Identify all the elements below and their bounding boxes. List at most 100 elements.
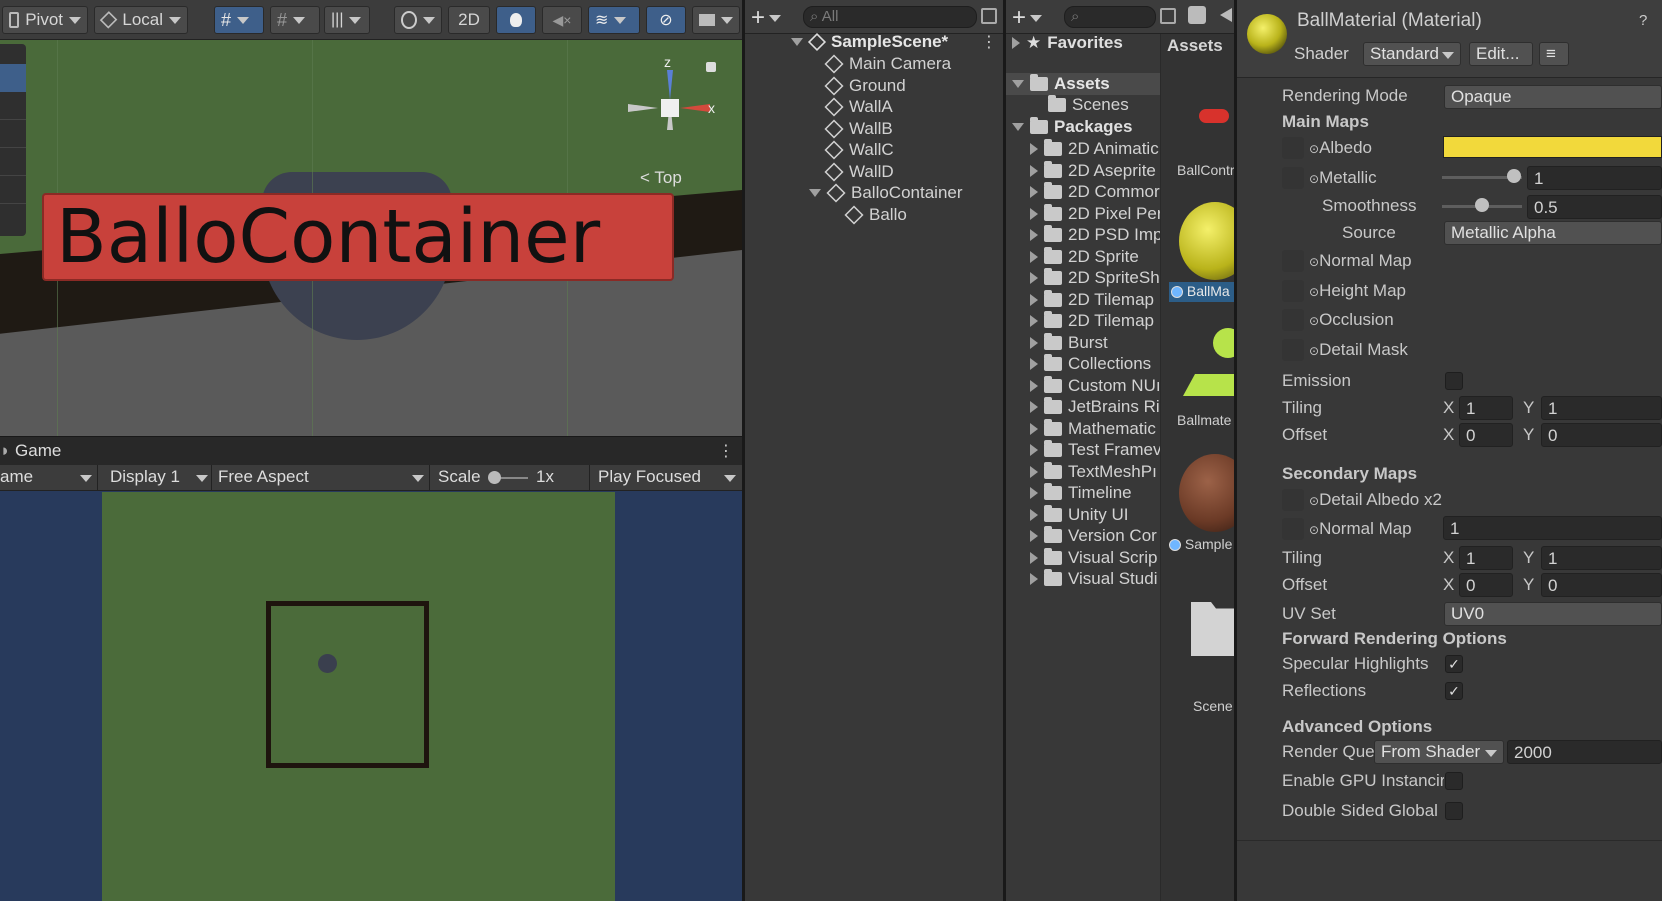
move-tool-icon[interactable]: [0, 92, 26, 120]
specular-highlights-checkbox[interactable]: ✓: [1445, 655, 1463, 673]
scale-tool-icon[interactable]: [0, 148, 26, 176]
sec-offset-y-field[interactable]: 0: [1541, 573, 1662, 597]
hand-tool-icon[interactable]: [0, 64, 26, 92]
detail-albedo-slot[interactable]: [1282, 489, 1304, 511]
hierarchy-item[interactable]: Main Camera: [824, 53, 951, 75]
expand-arrow-icon[interactable]: [1030, 551, 1038, 564]
package-folder-row[interactable]: 2D Sprite: [1030, 246, 1139, 268]
local-button[interactable]: Local: [94, 6, 188, 34]
render-queue-field[interactable]: 2000: [1507, 740, 1662, 764]
expand-arrow-icon[interactable]: [1030, 229, 1038, 241]
grid-toggle-button[interactable]: #: [270, 6, 320, 34]
asset-tile-selected[interactable]: BallMa: [1167, 198, 1234, 310]
package-folder-row[interactable]: 2D SpriteSh: [1030, 267, 1160, 289]
hierarchy-item[interactable]: BalloContainer: [809, 182, 963, 204]
project-filter-icon[interactable]: [1160, 8, 1176, 24]
edit-shader-button[interactable]: Edit...: [1469, 42, 1533, 66]
package-folder-row[interactable]: Timeline: [1030, 482, 1132, 504]
expand-arrow-icon[interactable]: [1030, 508, 1038, 521]
package-folder-row[interactable]: 2D Pixel Per: [1030, 203, 1162, 225]
smoothness-value-field[interactable]: 0.5: [1527, 195, 1662, 219]
gizmo-view-label-row[interactable]: < Top: [640, 168, 682, 188]
sec-tiling-y-field[interactable]: 1: [1541, 546, 1662, 570]
asset-tile[interactable]: BallContr: [1161, 94, 1234, 184]
package-folder-row[interactable]: Test Framev: [1030, 439, 1162, 461]
package-folder-row[interactable]: TextMeshPı: [1030, 461, 1157, 483]
packages-row[interactable]: Packages: [1012, 116, 1132, 138]
rect-tool-icon[interactable]: [0, 176, 26, 204]
asset-tile[interactable]: Sample: [1167, 450, 1234, 562]
emission-checkbox[interactable]: [1445, 372, 1463, 390]
mode-2d-button[interactable]: 2D: [448, 6, 490, 34]
expand-arrow-icon[interactable]: [1030, 487, 1038, 499]
package-folder-row[interactable]: 2D Aseprite: [1030, 160, 1156, 182]
project-type-icon[interactable]: [1188, 6, 1206, 24]
metallic-value-field[interactable]: 1: [1527, 166, 1662, 190]
expand-arrow-icon[interactable]: [1030, 465, 1038, 478]
rendering-mode-dropdown[interactable]: Opaque: [1444, 85, 1662, 109]
main-tiling-y-field[interactable]: 1: [1541, 396, 1662, 420]
hierarchy-item[interactable]: WallB: [824, 118, 893, 140]
tab-menu-icon[interactable]: ⋮: [718, 441, 734, 461]
albedo-texture-slot[interactable]: [1282, 137, 1304, 159]
rotate-tool-icon[interactable]: [0, 120, 26, 148]
main-tiling-x-field[interactable]: 1: [1459, 396, 1513, 420]
package-folder-row[interactable]: JetBrains Ri: [1030, 396, 1160, 418]
hierarchy-maximize-icon[interactable]: [981, 8, 997, 24]
smoothness-slider-thumb[interactable]: [1475, 198, 1489, 212]
hierarchy-item[interactable]: Ground: [824, 75, 906, 97]
hierarchy-item[interactable]: WallD: [824, 161, 894, 183]
occlusion-slot[interactable]: [1282, 309, 1304, 331]
sec-tiling-x-field[interactable]: 1: [1459, 546, 1513, 570]
hierarchy-item[interactable]: WallA: [824, 96, 893, 118]
audio-toggle-button[interactable]: ◀×: [542, 6, 582, 34]
scenes-row[interactable]: Scenes: [1048, 94, 1129, 116]
visibility-toggle-button[interactable]: ⊘: [646, 6, 686, 34]
package-folder-row[interactable]: Visual Studi: [1030, 568, 1157, 590]
shader-dropdown[interactable]: Standard: [1363, 42, 1461, 66]
package-folder-row[interactable]: Burst: [1030, 332, 1108, 354]
expand-arrow-icon[interactable]: [1030, 186, 1038, 198]
orientation-gizmo[interactable]: z x: [620, 54, 720, 166]
expand-arrow-icon[interactable]: [1030, 315, 1038, 327]
favorites-row[interactable]: ★ Favorites: [1012, 32, 1123, 54]
secondary-normal-slot[interactable]: [1282, 518, 1304, 540]
main-offset-x-field[interactable]: 0: [1459, 423, 1513, 447]
normal-map-slot[interactable]: [1282, 250, 1304, 272]
detail-mask-slot[interactable]: [1282, 339, 1304, 361]
secondary-normal-scale-field[interactable]: 1: [1443, 516, 1662, 540]
source-dropdown[interactable]: Metallic Alpha: [1444, 221, 1662, 245]
package-folder-row[interactable]: Visual Scrip: [1030, 547, 1157, 569]
package-folder-row[interactable]: 2D Tilemap: [1030, 289, 1154, 311]
game-mode-dropdown[interactable]: ame: [0, 465, 98, 491]
expand-arrow-icon[interactable]: [1030, 444, 1038, 456]
height-map-slot[interactable]: [1282, 280, 1304, 302]
aspect-dropdown[interactable]: Free Aspect: [212, 465, 430, 491]
expand-arrow-icon[interactable]: [1030, 530, 1038, 542]
expand-arrow-icon[interactable]: [1030, 422, 1038, 435]
package-folder-row[interactable]: Mathematic: [1030, 418, 1156, 440]
hierarchy-item[interactable]: Ballo: [844, 204, 907, 226]
uv-set-dropdown[interactable]: UV0: [1444, 602, 1662, 626]
effects-button[interactable]: ≋: [588, 6, 640, 34]
package-folder-row[interactable]: Unity UI: [1030, 504, 1128, 526]
scale-slider-thumb[interactable]: [488, 471, 501, 484]
expand-arrow-icon[interactable]: [1030, 401, 1038, 413]
package-folder-row[interactable]: 2D Commor: [1030, 181, 1160, 203]
package-folder-row[interactable]: 2D Tilemap: [1030, 310, 1154, 332]
gizmo-lock-icon[interactable]: [706, 62, 716, 72]
package-folder-row[interactable]: Version Cor: [1030, 525, 1157, 547]
project-label-icon[interactable]: [1220, 8, 1232, 22]
package-folder-row[interactable]: Collections: [1030, 353, 1151, 375]
double-sided-checkbox[interactable]: [1445, 802, 1463, 820]
hierarchy-add-button[interactable]: +: [751, 4, 782, 32]
package-folder-row[interactable]: 2D PSD Imp: [1030, 224, 1162, 246]
expand-arrow-icon[interactable]: [1030, 336, 1038, 349]
package-folder-row[interactable]: 2D Animatic: [1030, 138, 1159, 160]
metallic-texture-slot[interactable]: [1282, 167, 1304, 189]
expand-arrow-icon[interactable]: [1030, 358, 1038, 370]
grid-snap-button[interactable]: #: [214, 6, 264, 34]
hierarchy-item[interactable]: WallC: [824, 139, 894, 161]
albedo-color-swatch[interactable]: [1443, 136, 1662, 158]
asset-tile[interactable]: Scene: [1167, 588, 1234, 714]
